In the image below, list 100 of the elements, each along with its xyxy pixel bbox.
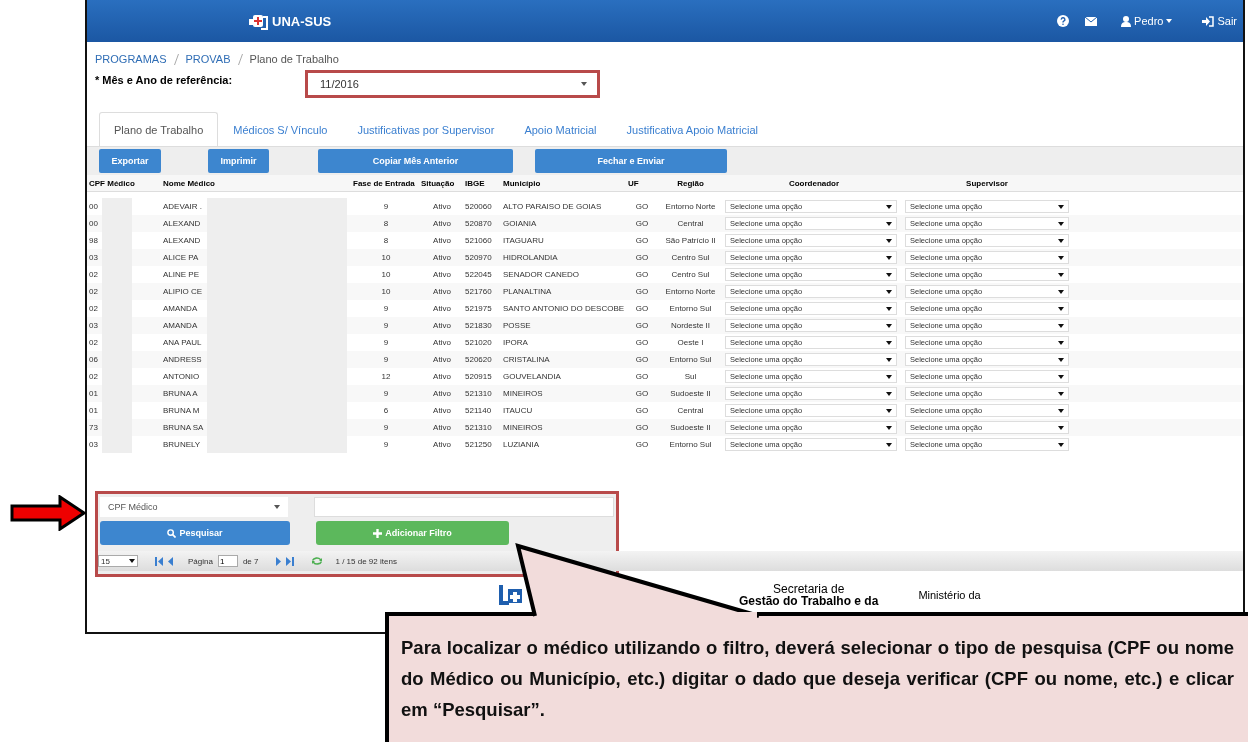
table-cell: 02 bbox=[89, 304, 98, 313]
caret-icon bbox=[1058, 238, 1064, 243]
plus-icon bbox=[373, 528, 383, 538]
table-cell-text: ALINE PE bbox=[163, 270, 200, 279]
sign-in-icon bbox=[1202, 15, 1215, 27]
table-cell: IPORA bbox=[503, 338, 528, 347]
toolbar-button[interactable]: Copiar Mês Anterior bbox=[318, 149, 513, 173]
page-input[interactable]: 1 bbox=[217, 555, 238, 567]
table-cell: Ativo bbox=[433, 372, 451, 381]
page-size-select[interactable]: 15 bbox=[98, 555, 138, 567]
table-cell-text: ALIPIO CE bbox=[163, 287, 204, 296]
table-cell: GO bbox=[635, 270, 649, 279]
user-menu[interactable]: Pedro bbox=[1121, 15, 1173, 27]
table-cell: 12 bbox=[381, 372, 391, 381]
caret-icon bbox=[1058, 204, 1064, 209]
caret-icon bbox=[1058, 255, 1064, 260]
tab[interactable]: Apoio Matricial bbox=[509, 112, 612, 146]
table-cell: GO bbox=[635, 287, 649, 296]
caret-icon bbox=[581, 82, 587, 86]
table-cell: PLANALTINA bbox=[503, 287, 552, 296]
refresh-icon[interactable] bbox=[310, 556, 323, 566]
table-cell: 06 bbox=[89, 355, 98, 364]
first-page-icon[interactable] bbox=[155, 556, 163, 566]
table-cell: 03 bbox=[89, 440, 98, 449]
table-cell: 02 bbox=[89, 270, 98, 279]
next-page-icon[interactable] bbox=[275, 556, 281, 566]
month-year-select[interactable]: 11/2016 bbox=[305, 70, 600, 98]
caret-icon bbox=[886, 323, 892, 328]
toolbar-button[interactable]: Fechar e Enviar bbox=[535, 149, 727, 173]
table-cell-text: AMANDA bbox=[163, 304, 199, 313]
table-cell-text: ANA PAUL bbox=[163, 338, 203, 347]
table-cell-text: ANTONIO bbox=[163, 372, 201, 381]
caret-icon bbox=[1058, 323, 1064, 328]
table-cell: 00 bbox=[89, 219, 98, 228]
footer-text: Ministério da bbox=[918, 588, 981, 601]
table-cell: GO bbox=[635, 406, 649, 415]
table-cell: 521020 bbox=[465, 338, 492, 347]
table-cell-text: BRUNA A bbox=[163, 389, 199, 398]
table-cell: 8 bbox=[383, 236, 389, 245]
breadcrumb-separator bbox=[173, 53, 179, 65]
table-cell: 9 bbox=[383, 321, 389, 330]
caret-icon bbox=[1058, 221, 1064, 226]
toolbar-button[interactable]: Exportar bbox=[99, 149, 161, 173]
table-cell: Entorno Sul bbox=[669, 355, 712, 364]
breadcrumb-link[interactable]: PROGRAMAS bbox=[95, 53, 167, 65]
user-icon bbox=[1121, 15, 1132, 27]
table-cell-text: BRUNA M bbox=[163, 406, 201, 415]
table-cell: 10 bbox=[381, 270, 391, 279]
column-header: Região bbox=[676, 178, 705, 188]
mail-icon[interactable] bbox=[1085, 16, 1098, 26]
table-cell: LUZIANIA bbox=[503, 440, 539, 449]
table-cell: Ativo bbox=[433, 219, 451, 228]
help-icon[interactable] bbox=[1057, 15, 1070, 27]
table-cell: MINEIROS bbox=[503, 423, 543, 432]
table-cell: Sul bbox=[684, 372, 697, 381]
previous-page-icon[interactable] bbox=[168, 556, 173, 566]
table-cell: GOIANIA bbox=[503, 219, 537, 228]
items-summary: 1 / 15 de 92 itens bbox=[335, 556, 397, 566]
tab[interactable]: Justificativas por Supervisor bbox=[342, 112, 510, 146]
table-cell: GO bbox=[635, 253, 649, 262]
toolbar-button[interactable]: Imprimir bbox=[208, 149, 269, 173]
caret-icon bbox=[1058, 289, 1064, 294]
table-cell: GO bbox=[635, 219, 649, 228]
table-cell: Entorno Sul bbox=[669, 440, 712, 449]
table-cell: 521830 bbox=[465, 321, 492, 330]
table-cell: Sudoeste II bbox=[670, 423, 711, 432]
search-button[interactable]: Pesquisar bbox=[100, 521, 290, 545]
caret-icon bbox=[886, 289, 892, 294]
table-cell: Centro Sul bbox=[671, 270, 710, 279]
table-cell: Entorno Norte bbox=[665, 287, 716, 296]
table-cell-text: ADEVAIR . bbox=[163, 202, 203, 211]
column-header: Situação bbox=[420, 178, 456, 188]
table-cell: POSSE bbox=[503, 321, 531, 330]
tab[interactable]: Justificativa Apoio Matricial bbox=[611, 112, 773, 146]
logout-link[interactable]: Sair bbox=[1202, 15, 1237, 27]
tab[interactable]: Plano de Trabalho bbox=[99, 112, 219, 146]
table-cell: 9 bbox=[383, 440, 389, 449]
table-cell-text: ALEXAND bbox=[163, 219, 202, 228]
table-cell: CRISTALINA bbox=[503, 355, 550, 364]
breadcrumb-link[interactable]: PROVAB bbox=[185, 53, 231, 65]
column-header: Fase de Entrada bbox=[352, 178, 416, 188]
table-cell: GO bbox=[635, 236, 649, 245]
caret-icon bbox=[1058, 442, 1064, 447]
table-cell-text: ANDRESS bbox=[163, 355, 203, 364]
filter-input[interactable] bbox=[314, 497, 614, 517]
table-cell: 8 bbox=[383, 219, 389, 228]
caret-icon bbox=[886, 221, 892, 226]
caret-icon bbox=[886, 238, 892, 243]
column-header: Nome Médico bbox=[162, 178, 216, 188]
tab[interactable]: Médicos S/ Vínculo bbox=[218, 112, 343, 146]
caret-icon bbox=[274, 505, 280, 509]
logo-text: UNA-SUS bbox=[272, 13, 332, 29]
column-header: Município bbox=[502, 178, 542, 188]
last-page-icon[interactable] bbox=[285, 556, 294, 566]
filter-field-select[interactable]: CPF Médico bbox=[100, 497, 288, 517]
table-cell: 521310 bbox=[465, 389, 492, 398]
table-cell: 520970 bbox=[465, 253, 492, 262]
table-cell-text: ALEXAND bbox=[163, 236, 202, 245]
pointer-arrow-icon bbox=[10, 495, 86, 531]
table-cell: Ativo bbox=[433, 253, 451, 262]
